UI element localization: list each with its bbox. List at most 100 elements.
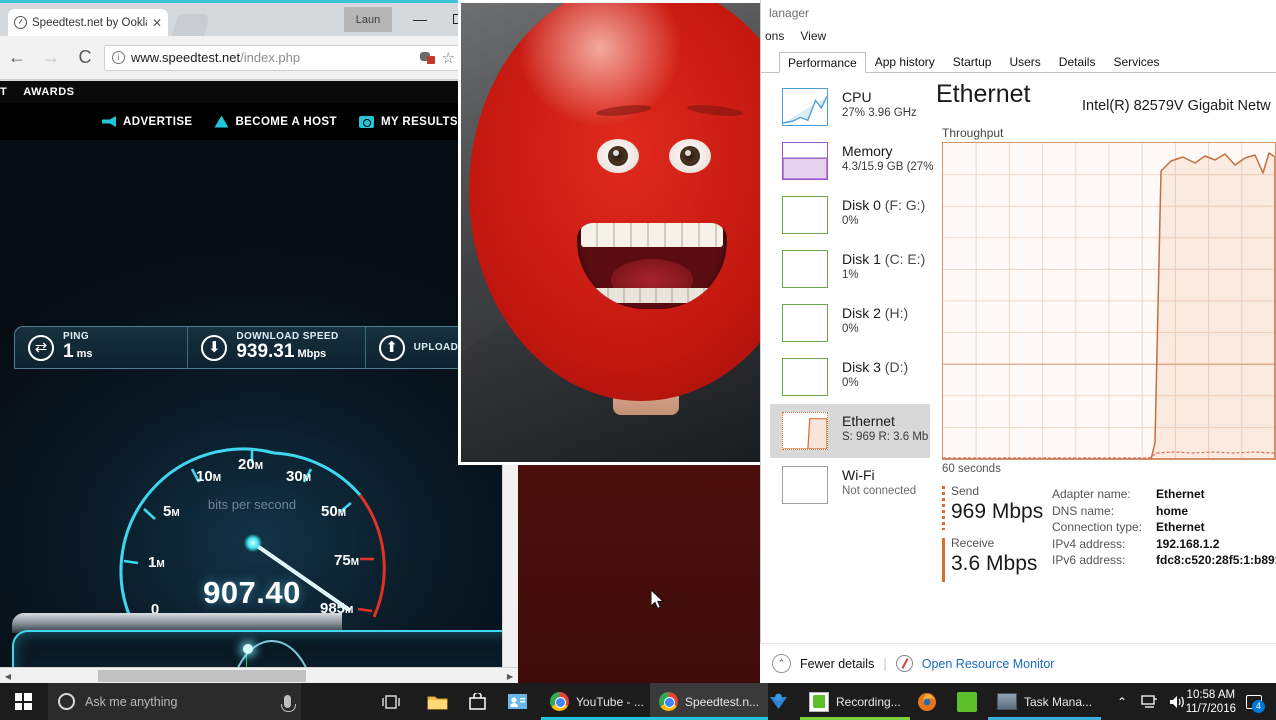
sidebar-item-disk-3[interactable]: Disk 3 (D:) 0%: [770, 350, 930, 404]
cpu-thumbnail-icon: [782, 88, 828, 126]
throughput-graph: [942, 142, 1276, 460]
microsoft-store-button[interactable]: [461, 683, 493, 720]
gauge-center-label: bits per second: [207, 497, 297, 512]
forward-button[interactable]: →: [34, 41, 68, 75]
tab-app-history[interactable]: App history: [866, 51, 944, 72]
nav-advertise-label: ADVERTISE: [123, 115, 193, 128]
browser-tab-speedtest[interactable]: Speedtest.net by Ookla - ✕: [8, 9, 168, 36]
taskbar-task-recording[interactable]: Recording...: [800, 683, 910, 720]
screen: Speedtest.net by Ookla - ✕ Laun — ← → C …: [0, 0, 1276, 720]
taskbar-youtube-label: YouTube - ...: [576, 694, 644, 709]
microphone-icon[interactable]: [281, 695, 296, 712]
gauge-tick-1m: 1M: [148, 554, 165, 571]
tab-performance[interactable]: Performance: [779, 52, 866, 73]
chevron-up-icon[interactable]: ⌃: [772, 654, 791, 673]
disk3-name: Disk 3: [842, 359, 881, 375]
sidebar-item-disk-1[interactable]: Disk 1 (C: E:) 1%: [770, 242, 930, 296]
scroll-left-arrow[interactable]: ◀: [0, 668, 16, 683]
ethernet-stats: S: 969 R: 3.6 Mb: [842, 431, 929, 443]
detail-key: Connection type:: [1052, 520, 1143, 534]
network-tray-icon[interactable]: [1136, 683, 1162, 720]
speedtest-stage: PING 1ms DOWNLOAD SPEED 939.31Mbps: [0, 140, 518, 683]
sidebar-item-wifi[interactable]: Wi-Fi Not connected: [770, 458, 930, 512]
detail-value: fdc8:c520:28f5:1:b891:ba5: [1156, 553, 1276, 567]
tab-startup[interactable]: Startup: [944, 51, 1001, 72]
detail-value: Ethernet: [1156, 520, 1205, 534]
tab-services[interactable]: Services: [1104, 51, 1168, 72]
adapter-full-name: Intel(R) 82579V Gigabit Netw: [1082, 98, 1271, 114]
close-tab-icon[interactable]: ✕: [152, 16, 162, 30]
horizontal-scroll-thumb[interactable]: [98, 670, 306, 682]
taskbar-speedtest-label: Speedtest.n...: [685, 694, 760, 709]
gauge-tick-75m: 75M: [334, 552, 359, 569]
nav-my-results[interactable]: MY RESULTS: [358, 115, 458, 128]
omnibox-extension-icon[interactable]: [419, 51, 436, 65]
taskbar-app-extra[interactable]: [762, 683, 794, 720]
taskbar-clock[interactable]: 10:58 AM 11/7/2016: [1186, 683, 1236, 720]
task-manager-footer: ⌃ Fewer details | Open Resource Monitor: [760, 643, 1276, 683]
resource-monitor-icon[interactable]: [895, 655, 913, 672]
tab-users[interactable]: Users: [1000, 51, 1049, 72]
detail-ipv6: IPv6 address: fdc8:c520:28f5:1:b891:ba5: [1052, 552, 1276, 569]
sidebar-item-disk-2[interactable]: Disk 2 (H:) 0%: [770, 296, 930, 350]
speedtest-results-bar: PING 1ms DOWNLOAD SPEED 939.31Mbps: [14, 326, 518, 369]
menu-options[interactable]: ons: [765, 29, 784, 47]
fewer-details-button[interactable]: Fewer details: [800, 657, 874, 671]
disk0-name: Disk 0: [842, 197, 881, 213]
file-explorer-button[interactable]: [421, 683, 453, 720]
mouse-cursor: [651, 590, 664, 609]
open-resource-monitor-link[interactable]: Open Resource Monitor: [922, 657, 1055, 671]
windows-taskbar: Ask me anything YouTube - ... Speedtest.…: [0, 683, 1276, 720]
action-center-button[interactable]: 4: [1238, 683, 1270, 720]
nav-results-label: MY RESULTS: [380, 115, 458, 128]
gauge-tick-10m: 10M: [196, 468, 221, 485]
graph-x-axis-label: 60 seconds: [942, 463, 1001, 475]
taskbar-task-youtube[interactable]: YouTube - ...: [541, 683, 653, 720]
bookmark-star-icon[interactable]: ☆: [442, 49, 455, 67]
receive-value: 3.6 Mbps: [951, 552, 1038, 575]
camtasia-editor-button[interactable]: [951, 683, 983, 720]
disk2-letters: (H:): [880, 305, 909, 321]
footer-separator: |: [883, 656, 887, 671]
sidebar-item-disk-0[interactable]: Disk 0 (F: G:) 0%: [770, 188, 930, 242]
download-unit: Mbps: [297, 348, 327, 360]
download-number: 939.31: [236, 341, 295, 362]
wifi-label: Wi-Fi: [842, 467, 875, 483]
site-info-icon[interactable]: i: [112, 51, 125, 64]
menu-view[interactable]: View: [800, 29, 826, 47]
new-tab-button[interactable]: [171, 14, 211, 36]
reload-button[interactable]: C: [68, 41, 102, 75]
awards-link[interactable]: AWARDS: [23, 86, 74, 98]
scroll-right-arrow[interactable]: ▶: [502, 668, 518, 683]
page-horizontal-scrollbar[interactable]: ◀ ▶: [0, 667, 518, 683]
nav-become-a-host[interactable]: BECOME A HOST: [214, 115, 337, 128]
sidebar-item-memory[interactable]: Memory 4.3/15.9 GB (27%: [770, 134, 933, 188]
url-text: www.speedtest.net/index.php: [131, 50, 414, 65]
tray-expand-chevron-icon[interactable]: ⌃: [1110, 683, 1134, 720]
cpu-label: CPU: [842, 89, 872, 105]
search-box[interactable]: Ask me anything: [48, 683, 301, 720]
upload-arrow-icon: [378, 334, 405, 361]
task-view-button[interactable]: [375, 683, 407, 720]
sidebar-item-ethernet[interactable]: Ethernet S: 969 R: 3.6 Mb: [770, 404, 930, 458]
back-button[interactable]: ←: [0, 41, 34, 75]
gauge-tick-20m: 20M: [238, 456, 263, 473]
speedtest-favicon-icon: [14, 16, 27, 29]
address-bar[interactable]: i www.speedtest.net/index.php ☆: [104, 44, 463, 71]
tab-details[interactable]: Details: [1050, 51, 1105, 72]
taskbar-task-taskmanager[interactable]: Task Mana...: [988, 683, 1102, 720]
sidebar-item-cpu[interactable]: CPU 27% 3.96 GHz: [770, 80, 930, 134]
start-button[interactable]: [0, 683, 46, 720]
firefox-button[interactable]: [911, 683, 943, 720]
disk3-label: Disk 3 (D:): [842, 359, 930, 376]
url-path: /index.php: [240, 50, 301, 65]
minimize-button[interactable]: —: [405, 7, 435, 31]
contacts-button[interactable]: [501, 683, 533, 720]
disk2-name: Disk 2: [842, 305, 881, 321]
disk2-label: Disk 2 (H:): [842, 305, 930, 322]
nav-advertise[interactable]: ADVERTISE: [102, 116, 192, 128]
search-placeholder: Ask me anything: [85, 694, 178, 709]
gauge-current-value: 907.40: [203, 575, 301, 610]
taskbar-task-speedtest[interactable]: Speedtest.n...: [650, 683, 769, 720]
camtasia-icon: [809, 691, 829, 712]
